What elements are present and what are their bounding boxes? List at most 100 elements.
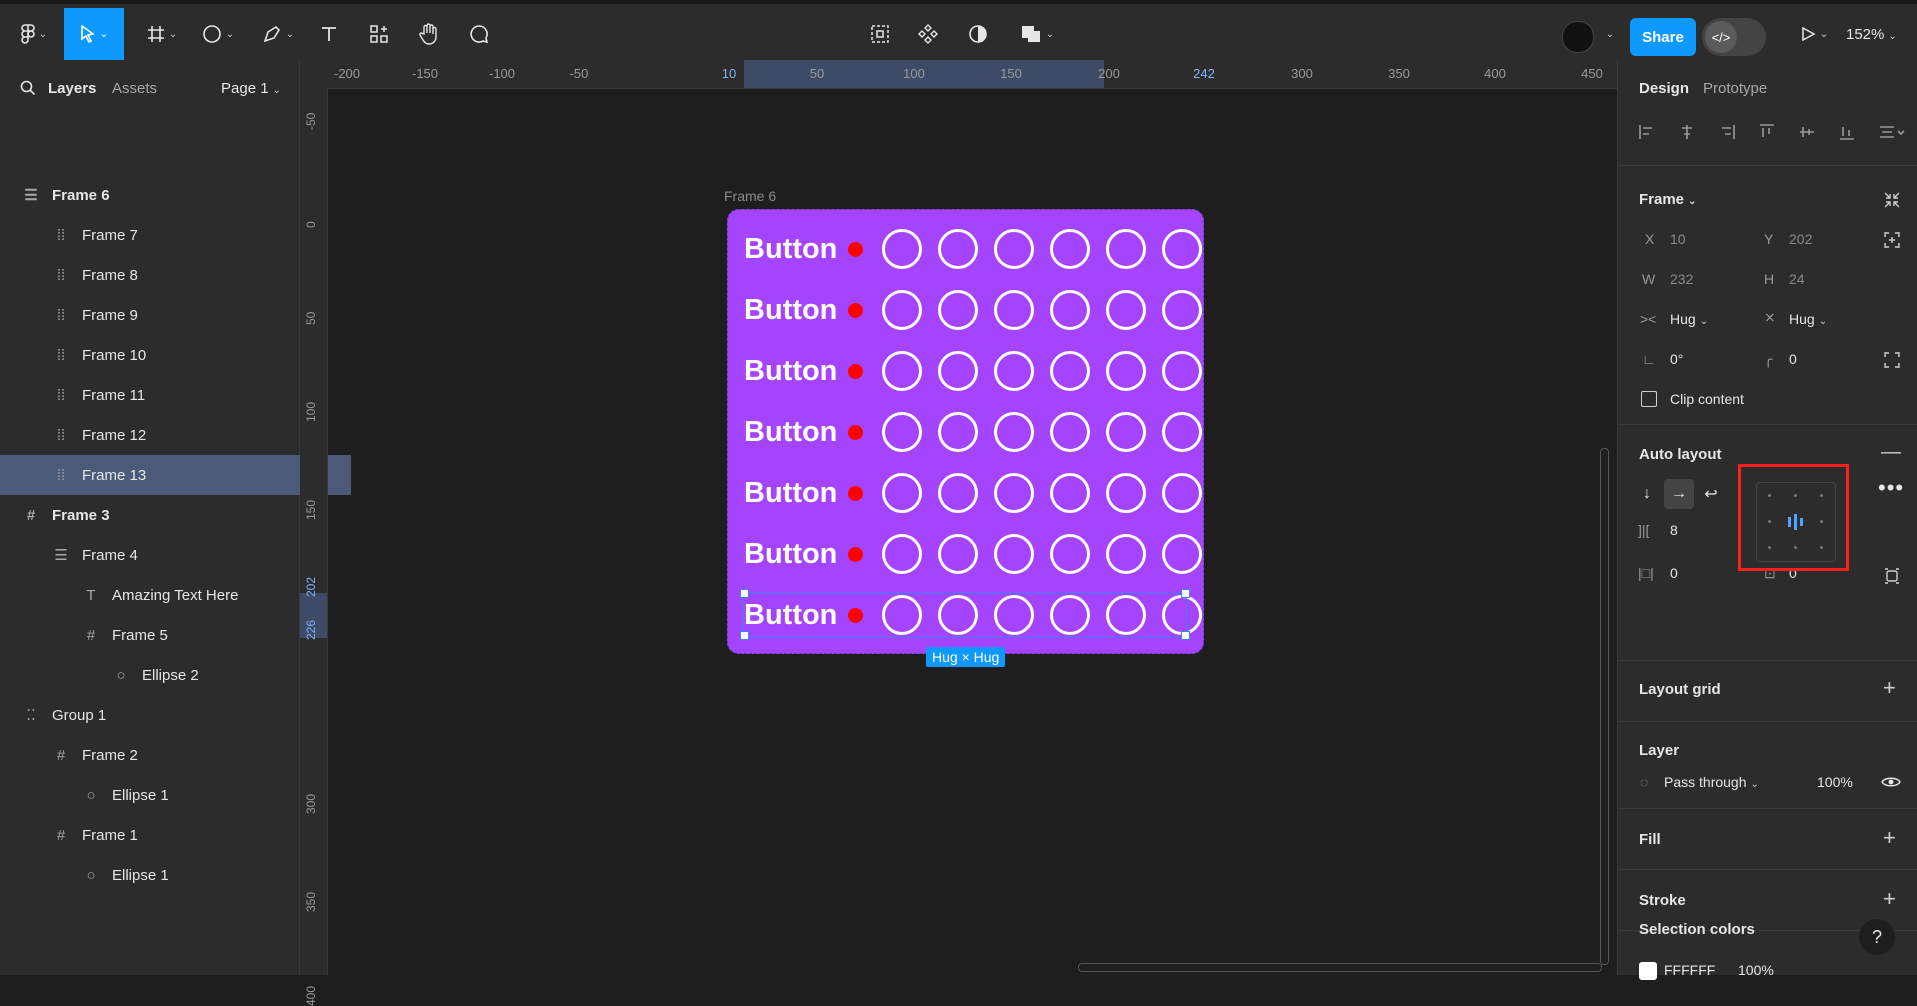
w-input[interactable]: 232 xyxy=(1670,271,1693,287)
help-button[interactable]: ? xyxy=(1859,919,1895,955)
tab-assets[interactable]: Assets xyxy=(112,80,157,97)
horizontal-direction-button[interactable]: → xyxy=(1664,479,1694,509)
page-select[interactable]: Page 1 ⌄ xyxy=(221,80,281,97)
eye-icon[interactable] xyxy=(1881,774,1901,790)
layer-item[interactable]: ⁞⁞ Frame 8 xyxy=(0,255,351,295)
layer-item[interactable]: ⁞⁞ Frame 9 xyxy=(0,295,351,335)
button-row-frame[interactable]: Button xyxy=(744,468,1218,518)
clip-content-checkbox[interactable] xyxy=(1641,391,1657,407)
x-input[interactable]: 10 xyxy=(1670,231,1686,247)
constraints-icon[interactable] xyxy=(1883,231,1901,249)
align-left-icon[interactable] xyxy=(1638,123,1656,141)
align-top-icon[interactable] xyxy=(1758,123,1776,141)
layer-label: Frame 12 xyxy=(82,426,147,444)
layer-item[interactable]: ⁞⁞ Frame 11 xyxy=(0,375,351,415)
vertical-scrollbar[interactable] xyxy=(1600,448,1609,965)
text-tool-button[interactable] xyxy=(314,8,344,60)
grid-select-button[interactable] xyxy=(865,8,895,60)
y-input[interactable]: 202 xyxy=(1789,231,1812,247)
add-layout-grid-icon[interactable]: + xyxy=(1883,675,1896,701)
frame-tool-button[interactable]: ⌄ xyxy=(140,8,184,60)
distribute-icon[interactable] xyxy=(1878,123,1906,141)
selection-color-opacity[interactable]: 100% xyxy=(1738,962,1774,978)
layer-item[interactable]: # Frame 3 xyxy=(0,495,321,535)
layer-item[interactable]: ⁞⁞ Frame 10 xyxy=(0,335,351,375)
independent-corners-icon[interactable] xyxy=(1883,351,1901,369)
ruler-tick: 100 xyxy=(903,66,925,81)
align-horizontal-center-icon[interactable] xyxy=(1678,123,1696,141)
align-right-icon[interactable] xyxy=(1718,123,1736,141)
zoom-dropdown[interactable]: 152% ⌄ xyxy=(1846,26,1897,43)
more-options-icon[interactable]: ••• xyxy=(1878,475,1904,501)
selection-color-swatch[interactable] xyxy=(1639,962,1657,980)
layer-item[interactable]: ⁞⁞ Frame 13 xyxy=(0,455,351,495)
group-icon: ⁚⁚ xyxy=(26,707,36,724)
present-button[interactable]: ⌄ xyxy=(1794,8,1834,60)
share-button[interactable]: Share xyxy=(1630,18,1696,56)
boolean-button[interactable]: ⌄ xyxy=(1015,8,1059,60)
align-bottom-icon[interactable] xyxy=(1838,123,1856,141)
button-row-frame[interactable]: Button xyxy=(744,346,1218,396)
rotation-icon: ∟ xyxy=(1642,351,1656,367)
resize-handle[interactable] xyxy=(740,589,749,598)
resize-handle[interactable] xyxy=(1181,589,1190,598)
button-row-frame[interactable]: Button xyxy=(744,285,1218,335)
width-mode-select[interactable]: Hug ⌄ xyxy=(1670,311,1708,327)
selection-color-hex[interactable]: FFFFFF xyxy=(1664,962,1715,978)
rotation-input[interactable]: 0° xyxy=(1670,351,1683,367)
button-row-frame[interactable]: Button xyxy=(744,529,1218,579)
horizontal-padding-input[interactable]: 0 xyxy=(1670,565,1678,581)
multiplayer-dropdown[interactable]: ⌄ xyxy=(1598,8,1618,60)
chevron-down-icon: ⌄ xyxy=(225,28,235,40)
corner-radius-input[interactable]: 0 xyxy=(1789,351,1797,367)
layer-item[interactable]: ⁞⁞ Frame 12 xyxy=(0,415,351,455)
button-row-frame[interactable]: Button xyxy=(744,224,1218,274)
auto-layout-horizontal-icon: ⁞⁞ xyxy=(56,466,66,484)
wrap-direction-button[interactable]: ↩ xyxy=(1696,479,1726,509)
main-menu-button[interactable]: ⌄ xyxy=(14,8,54,60)
move-tool-button[interactable]: ⌄ xyxy=(64,8,124,60)
hand-tool-button[interactable] xyxy=(414,8,444,60)
gap-input[interactable]: 8 xyxy=(1670,522,1678,538)
layer-item[interactable]: ⁞⁞ Frame 7 xyxy=(0,215,351,255)
layer-item[interactable]: ⁚⁚ Group 1 xyxy=(0,695,321,735)
blend-mode-select[interactable]: Pass through ⌄ xyxy=(1664,774,1759,790)
individual-padding-icon[interactable] xyxy=(1883,567,1901,585)
dev-mode-toggle[interactable]: </> xyxy=(1702,18,1766,56)
remove-auto-layout-icon[interactable]: — xyxy=(1881,441,1901,464)
tab-prototype[interactable]: Prototype xyxy=(1703,80,1767,97)
avatar[interactable] xyxy=(1562,21,1594,53)
shape-tool-button[interactable]: ⌄ xyxy=(196,8,240,60)
layer-item[interactable]: ☰ Frame 6 xyxy=(0,175,321,215)
layer-item[interactable]: # Frame 1 xyxy=(0,815,351,855)
height-mode-select[interactable]: Hug ⌄ xyxy=(1789,311,1827,327)
layer-item[interactable]: ☰ Frame 4 xyxy=(0,535,351,575)
frame-section-title[interactable]: Frame ⌄ xyxy=(1639,191,1696,208)
layer-item[interactable]: # Frame 2 xyxy=(0,735,351,775)
mask-button[interactable] xyxy=(963,8,993,60)
h-input[interactable]: 24 xyxy=(1789,271,1805,287)
ruler-tick: -150 xyxy=(411,66,439,81)
search-icon[interactable] xyxy=(20,80,36,96)
pen-tool-button[interactable]: ⌄ xyxy=(256,8,300,60)
button-row-frame[interactable]: Button xyxy=(744,407,1218,457)
resize-handle[interactable] xyxy=(1181,631,1190,640)
align-vertical-center-icon[interactable] xyxy=(1798,123,1816,141)
vertical-direction-button[interactable]: ↓ xyxy=(1632,479,1662,509)
tab-layers[interactable]: Layers xyxy=(48,80,96,97)
resources-button[interactable] xyxy=(364,8,394,60)
circle-outline xyxy=(1106,351,1146,391)
add-stroke-icon[interactable]: + xyxy=(1883,886,1896,912)
frame-label[interactable]: Frame 6 xyxy=(724,188,776,204)
opacity-input[interactable]: 100% xyxy=(1817,774,1853,790)
horizontal-scrollbar[interactable] xyxy=(1078,963,1602,972)
red-dot xyxy=(848,363,863,379)
comment-tool-button[interactable] xyxy=(464,8,494,60)
tab-design[interactable]: Design xyxy=(1639,80,1689,97)
resize-handle[interactable] xyxy=(740,631,749,640)
add-fill-icon[interactable]: + xyxy=(1883,825,1896,851)
component-button[interactable] xyxy=(913,8,943,60)
selection-box[interactable] xyxy=(740,589,1190,640)
resize-to-fit-icon[interactable] xyxy=(1883,191,1901,209)
chevron-down-icon: ⌄ xyxy=(285,28,295,40)
